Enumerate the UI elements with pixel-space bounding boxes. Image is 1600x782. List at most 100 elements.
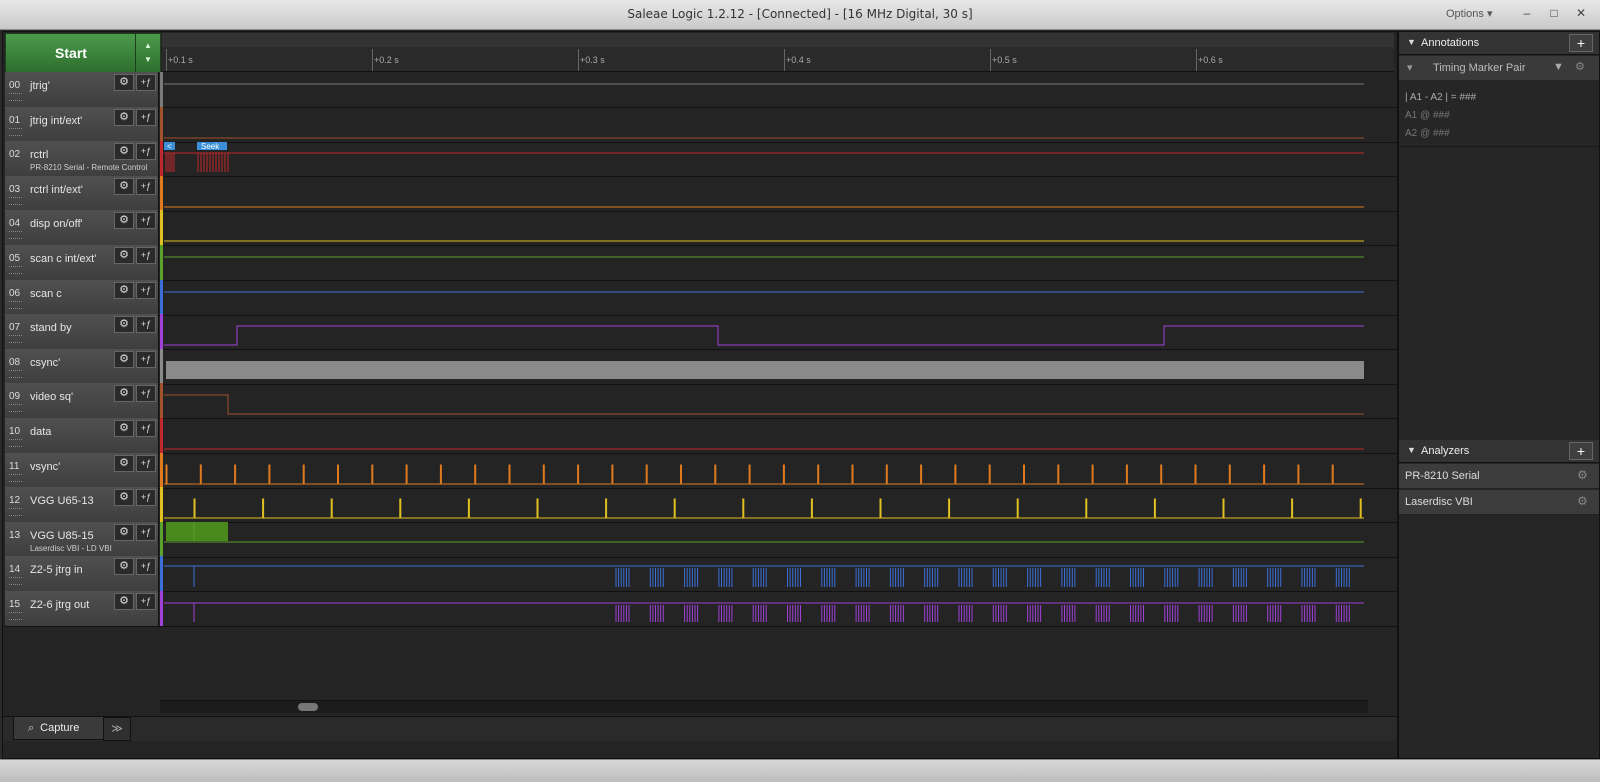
waveform[interactable]	[164, 314, 1364, 349]
channel-name[interactable]: scan c int/ext'	[30, 253, 96, 265]
trigger-icon[interactable]: +ƒ	[136, 316, 156, 334]
annotations-header[interactable]: ▼ Annotations +	[1399, 32, 1599, 55]
channel-label-panel[interactable]: 09 video sq' ⚙ +ƒ	[5, 383, 159, 419]
scrollbar-thumb[interactable]	[298, 703, 318, 711]
waveform[interactable]	[164, 349, 1364, 384]
options-menu[interactable]: Options ▾	[1446, 7, 1493, 20]
drag-handle-icon[interactable]	[9, 439, 22, 447]
channel-name[interactable]: csync'	[30, 357, 60, 369]
gear-icon[interactable]: ⚙	[114, 489, 134, 507]
timing-marker-pair-row[interactable]: ▾ Timing Marker Pair ▼ ⚙	[1399, 56, 1599, 80]
drag-handle-icon[interactable]	[9, 300, 22, 309]
channel-label-panel[interactable]: 02 rctrl PR-8210 Serial - Remote Control ⚙ +…	[5, 141, 159, 177]
gear-icon[interactable]: ⚙	[114, 247, 134, 264]
waveform[interactable]	[164, 280, 1364, 315]
channel-name[interactable]: rctrl int/ext'	[30, 184, 83, 196]
channel-label-panel[interactable]: 12 VGG U65-13 ⚙ +ƒ	[5, 487, 159, 523]
channel-name[interactable]: jtrig'	[30, 80, 50, 92]
waveform[interactable]	[164, 245, 1364, 280]
waveform[interactable]	[164, 72, 1364, 107]
gear-icon[interactable]: ⚙	[114, 558, 134, 576]
analyzer-item[interactable]: PR-8210 Serial ⚙	[1399, 464, 1599, 489]
channel-label-panel[interactable]: 08 csync' ⚙ +ƒ	[5, 348, 159, 384]
minimize-button[interactable]: –	[1516, 4, 1538, 22]
analyzers-header[interactable]: ▼ Analyzers +	[1399, 440, 1599, 463]
waveform[interactable]	[164, 383, 1364, 418]
channel-name[interactable]: scan c	[30, 288, 62, 300]
waveform[interactable]	[164, 591, 1364, 626]
channel-label-panel[interactable]: 03 rctrl int/ext' ⚙ +ƒ	[5, 175, 159, 211]
trigger-icon[interactable]: +ƒ	[136, 74, 156, 91]
add-annotation-button[interactable]: +	[1569, 34, 1593, 52]
drag-handle-icon[interactable]	[9, 93, 22, 101]
trigger-icon[interactable]: +ƒ	[136, 108, 156, 126]
drag-handle-icon[interactable]	[9, 335, 22, 344]
waveform[interactable]	[164, 418, 1364, 453]
collapse-triangle-icon[interactable]: ▼	[1407, 445, 1416, 455]
channel-label-panel[interactable]: 13 VGG U85-15 Laserdisc VBI - LD VBI ⚙ +ƒ	[5, 521, 159, 557]
drag-handle-icon[interactable]	[9, 508, 22, 517]
gear-icon[interactable]: ⚙	[114, 108, 134, 126]
channel-label-panel[interactable]: 14 Z2-5 jtrg in ⚙ +ƒ	[5, 556, 159, 592]
gear-icon[interactable]: ⚙	[114, 454, 134, 472]
channel-label-panel[interactable]: 00 jtrig' ⚙ +ƒ	[5, 72, 159, 107]
waveform[interactable]: < Seek	[164, 141, 1364, 176]
channel-name[interactable]: VGG U65-13	[30, 495, 94, 507]
drag-handle-icon[interactable]	[9, 612, 22, 620]
channel-name[interactable]: data	[30, 426, 51, 438]
gear-icon[interactable]: ⚙	[114, 74, 134, 91]
channel-name[interactable]: video sq'	[30, 391, 73, 403]
drag-handle-icon[interactable]	[9, 266, 22, 274]
trigger-icon[interactable]: +ƒ	[136, 523, 156, 541]
channel-name[interactable]: jtrig int/ext'	[30, 115, 82, 127]
gear-icon[interactable]: ⚙	[1577, 468, 1588, 482]
trigger-icon[interactable]: +ƒ	[136, 593, 156, 610]
start-button[interactable]: Start	[5, 33, 137, 73]
chevron-down-icon[interactable]: ▼	[1553, 61, 1564, 73]
waveform[interactable]	[164, 176, 1364, 211]
channel-label-panel[interactable]: 04 disp on/off' ⚙ +ƒ	[5, 210, 159, 246]
collapse-triangle-icon[interactable]: ▼	[1407, 37, 1416, 47]
gear-icon[interactable]: ⚙	[114, 143, 134, 161]
maximize-button[interactable]: □	[1543, 4, 1565, 22]
trigger-icon[interactable]: +ƒ	[136, 247, 156, 264]
horizontal-scrollbar[interactable]	[160, 700, 1368, 713]
gear-icon[interactable]: ⚙	[114, 212, 134, 230]
channel-name[interactable]: Z2-6 jtrg out	[30, 599, 89, 611]
gear-icon[interactable]: ⚙	[114, 385, 134, 403]
waveform[interactable]	[164, 521, 1364, 557]
channel-label-panel[interactable]: 05 scan c int/ext' ⚙ +ƒ	[5, 245, 159, 280]
waveform[interactable]	[164, 453, 1364, 488]
gear-icon[interactable]: ⚙	[114, 316, 134, 334]
waveform[interactable]	[164, 487, 1364, 522]
channel-name[interactable]: stand by	[30, 322, 72, 334]
time-ruler[interactable]: +0.1 s +0.2 s +0.3 s +0.4 s +0.5 s +0.6 s	[162, 33, 1394, 72]
channel-label-panel[interactable]: 11 vsync' ⚙ +ƒ	[5, 452, 159, 488]
gear-icon[interactable]: ⚙	[114, 523, 134, 541]
channel-name[interactable]: VGG U85-15	[30, 530, 94, 542]
channel-label-panel[interactable]: 15 Z2-6 jtrg out ⚙ +ƒ	[5, 591, 159, 626]
drag-handle-icon[interactable]	[9, 473, 22, 482]
gear-icon[interactable]: ⚙	[1577, 494, 1588, 508]
trigger-icon[interactable]: +ƒ	[136, 489, 156, 507]
drag-handle-icon[interactable]	[9, 127, 22, 136]
channel-name[interactable]: rctrl	[30, 149, 48, 161]
channel-name[interactable]: disp on/off'	[30, 218, 83, 230]
drag-handle-icon[interactable]	[9, 404, 22, 413]
analyzer-item[interactable]: Laserdisc VBI ⚙	[1399, 490, 1599, 515]
tab-capture[interactable]: ⌕ Capture	[13, 717, 115, 740]
gear-icon[interactable]: ⚙	[1575, 60, 1585, 73]
drag-handle-icon[interactable]	[9, 196, 22, 205]
gear-icon[interactable]: ⚙	[114, 593, 134, 610]
trigger-icon[interactable]: +ƒ	[136, 281, 156, 299]
trigger-icon[interactable]: +ƒ	[136, 454, 156, 472]
channel-name[interactable]: vsync'	[30, 461, 60, 473]
trigger-icon[interactable]: +ƒ	[136, 143, 156, 161]
drag-handle-icon[interactable]	[9, 369, 22, 378]
channel-label-panel[interactable]: 07 stand by ⚙ +ƒ	[5, 314, 159, 350]
waveform[interactable]	[164, 556, 1364, 591]
trigger-icon[interactable]: +ƒ	[136, 420, 156, 437]
start-options-button[interactable]: ▲ ▼	[135, 33, 161, 73]
waveform[interactable]	[164, 210, 1364, 245]
more-tabs-button[interactable]: ≫	[103, 717, 131, 741]
